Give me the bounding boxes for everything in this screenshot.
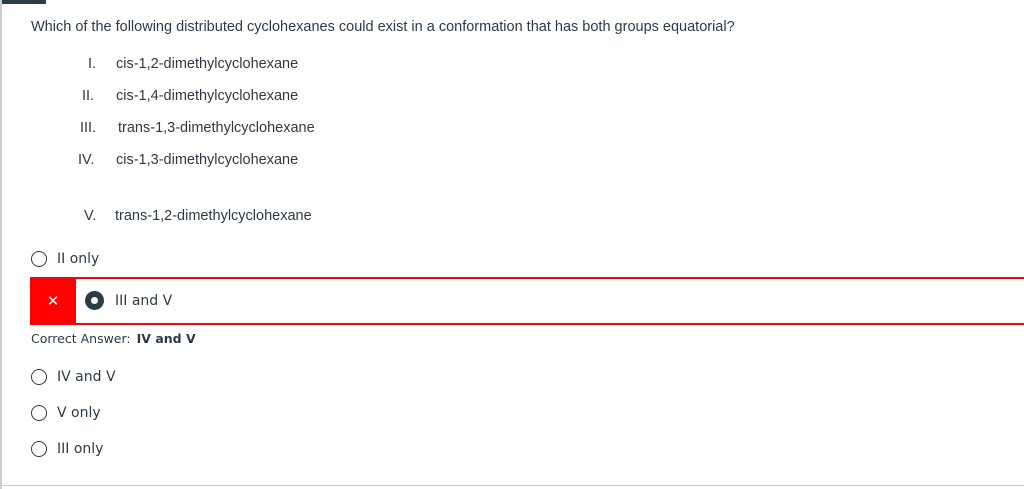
correct-answer-value: IV and V [136,331,196,346]
answer-label: V only [57,405,101,421]
answer-label: III only [57,441,104,457]
radio-button[interactable] [31,369,47,385]
statement-text: cis-1,3-dimethylcyclohexane [116,152,299,168]
answer-option-v-only[interactable]: V only [31,402,331,426]
statement-numeral: I. [88,56,97,72]
answer-option-iii-only[interactable]: III only [31,438,331,462]
top-accent-bar [0,0,46,4]
statement-text: cis-1,4-dimethylcyclohexane [116,88,299,104]
close-icon: ✕ [30,279,76,323]
answer-option-ii-only[interactable]: II only [31,248,331,272]
correct-answer-label: Correct Answer: [31,331,131,346]
left-border [0,0,2,489]
statement-numeral: III. [80,120,97,136]
answer-label: IV and V [57,369,116,385]
radio-button[interactable] [31,441,47,457]
statement-text: trans-1,2-dimethylcyclohexane [115,208,312,224]
bottom-divider [0,485,1024,486]
statement-numeral: V. [84,208,97,224]
statement-numeral: II. [82,88,95,104]
radio-button[interactable] [31,405,47,421]
statement-text: cis-1,2-dimethylcyclohexane [116,56,299,72]
question-text: Which of the following distributed cyclo… [31,19,735,35]
radio-button-selected[interactable] [85,291,104,310]
statement-numeral: IV. [78,152,95,168]
correct-answer-feedback: Correct Answer: IV and V [31,331,196,346]
answer-label: II only [57,251,100,267]
radio-button[interactable] [31,251,47,267]
selected-answer-incorrect: ✕ III and V [30,277,1024,325]
statement-text: trans-1,3-dimethylcyclohexane [118,120,315,136]
answer-option-iv-and-v[interactable]: IV and V [31,366,331,390]
answer-label: III and V [115,293,173,309]
